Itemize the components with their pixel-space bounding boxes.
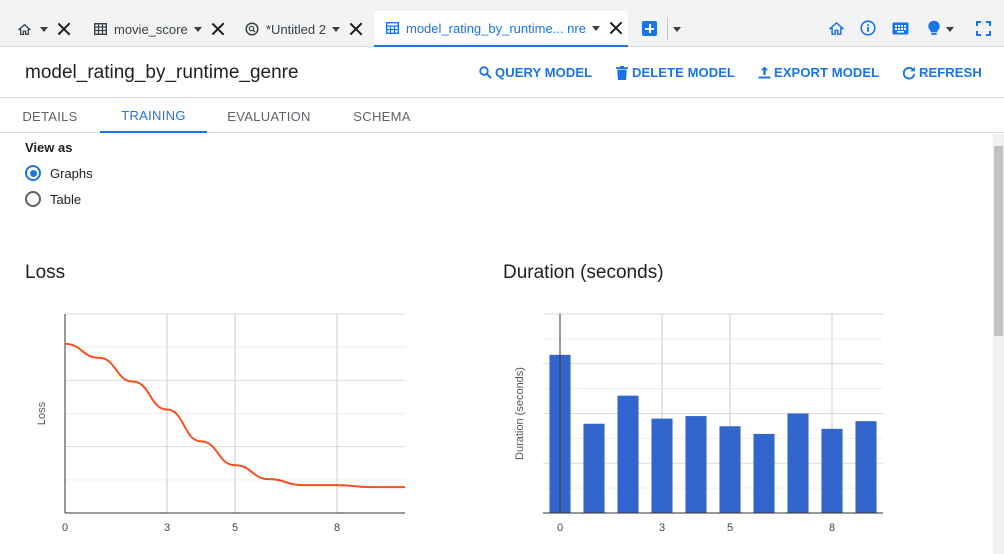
info-icon[interactable] xyxy=(859,19,877,37)
model-header: model_rating_by_runtime_genre QUERY MODE… xyxy=(0,48,1004,98)
duration-chart: 0 3 5 8 Duration (seconds) xyxy=(514,313,883,534)
button-label: REFRESH xyxy=(919,65,982,80)
duration-bar xyxy=(821,428,843,513)
export-model-button[interactable]: EXPORT MODEL xyxy=(757,65,879,80)
x-tick-label: 5 xyxy=(232,522,238,534)
duration-bar xyxy=(685,416,707,513)
close-icon[interactable] xyxy=(211,22,225,36)
export-icon xyxy=(757,66,771,80)
radio-table[interactable]: Table xyxy=(25,191,81,207)
radio-button[interactable] xyxy=(25,191,41,207)
tab-evaluation[interactable]: EVALUATION xyxy=(207,99,331,133)
home-icon xyxy=(16,21,32,37)
tab-movie-score[interactable]: movie_score xyxy=(92,11,225,47)
duration-bar xyxy=(787,413,809,513)
close-icon[interactable] xyxy=(609,21,623,35)
scrollbar-thumb[interactable] xyxy=(994,146,1003,336)
refresh-button[interactable]: REFRESH xyxy=(902,65,982,80)
tab-home[interactable] xyxy=(16,11,71,47)
tab-schema[interactable]: SCHEMA xyxy=(331,99,433,133)
search-icon xyxy=(478,66,492,80)
fullscreen-icon[interactable] xyxy=(974,19,992,37)
chevron-down-icon[interactable] xyxy=(591,25,600,31)
tab-bar: movie_score *Untitled 2 model_rating_by_… xyxy=(0,0,1004,47)
duration-bar xyxy=(753,433,775,513)
x-tick-label: 0 xyxy=(62,522,68,534)
tab-details[interactable]: DETAILS xyxy=(0,99,100,133)
x-tick-label: 8 xyxy=(829,522,835,534)
x-tick-label: 8 xyxy=(334,522,340,534)
tab-divider xyxy=(667,18,668,40)
radio-graphs[interactable]: Graphs xyxy=(25,165,93,181)
x-tick-label: 0 xyxy=(557,522,563,534)
chevron-down-icon[interactable] xyxy=(946,27,954,32)
view-as-label: View as xyxy=(25,140,73,155)
chevron-down-icon[interactable] xyxy=(673,27,681,32)
tab-training[interactable]: TRAINING xyxy=(100,99,207,133)
loss-chart-title: Loss xyxy=(25,262,66,283)
duration-bar xyxy=(719,426,741,513)
x-tick-label: 3 xyxy=(164,522,170,534)
chevron-down-icon[interactable] xyxy=(331,26,340,32)
tab-label: model_rating_by_runtime... nre xyxy=(406,20,586,36)
new-tab-icon[interactable] xyxy=(642,21,657,36)
model-subtabs: DETAILS TRAINING EVALUATION SCHEMA xyxy=(0,99,1004,133)
radio-label: Table xyxy=(50,191,82,207)
tab-untitled-2[interactable]: *Untitled 2 xyxy=(244,11,363,47)
close-icon[interactable] xyxy=(349,22,363,36)
model-icon xyxy=(384,20,400,36)
button-label: EXPORT MODEL xyxy=(774,65,880,80)
table-icon xyxy=(92,21,108,37)
query-icon xyxy=(244,21,260,37)
duration-bar xyxy=(651,418,673,513)
duration-bar xyxy=(583,423,605,513)
loss-chart: 0 3 5 8 Loss xyxy=(36,313,405,534)
duration-chart-title: Duration (seconds) xyxy=(503,262,664,283)
chevron-down-icon[interactable] xyxy=(193,26,202,32)
tab-label: *Untitled 2 xyxy=(266,21,326,37)
y-axis-label: Loss xyxy=(36,401,48,425)
tab-label: movie_score xyxy=(114,21,188,37)
x-tick-label: 5 xyxy=(727,522,733,534)
radio-label: Graphs xyxy=(50,165,93,181)
delete-model-button[interactable]: DELETE MODEL xyxy=(615,65,735,80)
duration-bar xyxy=(855,421,877,513)
lightbulb-icon[interactable] xyxy=(925,19,943,37)
page-title: model_rating_by_runtime_genre xyxy=(25,62,299,83)
query-model-button[interactable]: QUERY MODEL xyxy=(478,65,592,80)
keyboard-icon[interactable] xyxy=(891,19,909,37)
duration-bar xyxy=(617,395,639,513)
radio-button-checked[interactable] xyxy=(25,165,41,181)
close-icon[interactable] xyxy=(57,22,71,36)
tab-model-rating[interactable]: model_rating_by_runtime... nre xyxy=(374,11,628,47)
y-axis-label: Duration (seconds) xyxy=(514,367,526,460)
chevron-down-icon[interactable] xyxy=(40,26,48,32)
home-icon[interactable] xyxy=(827,19,845,37)
x-tick-label: 3 xyxy=(659,522,665,534)
trash-icon xyxy=(615,65,629,80)
button-label: DELETE MODEL xyxy=(632,65,736,80)
button-label: QUERY MODEL xyxy=(495,65,593,80)
refresh-icon xyxy=(902,66,916,80)
